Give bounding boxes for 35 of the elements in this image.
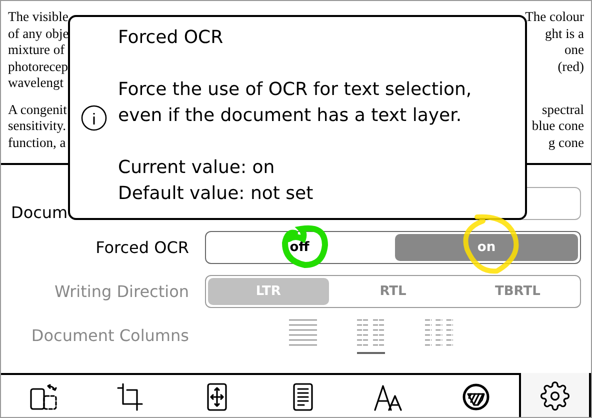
document-text: The colour [525, 9, 584, 26]
document-text: spectral [542, 102, 584, 118]
setting-label: Docum [11, 202, 68, 224]
toggle-option[interactable]: off [208, 234, 391, 261]
document-text: g cone [548, 134, 584, 151]
columns-icon [357, 318, 385, 348]
toggle-option[interactable]: on [395, 234, 578, 261]
setting-label: Writing Direction [54, 280, 189, 302]
document-text: mixture of [8, 42, 65, 58]
document-text: ght is a [545, 26, 584, 42]
document-text: photorecep [8, 58, 68, 75]
document-text: wavelengt [8, 75, 64, 92]
current-value-text: Current value: on [118, 156, 276, 180]
settings-icon [540, 381, 570, 411]
document-text: blue cone [532, 118, 584, 134]
document-text: of any obje [8, 26, 69, 42]
document-text: (red) [558, 58, 584, 75]
setting-label: Forced OCR [96, 236, 189, 258]
columns-icon [425, 318, 453, 348]
document-text: function, a [8, 134, 66, 151]
document-text: The visible [8, 9, 68, 26]
setting-label: Document Columns [31, 324, 189, 346]
popup-text: even if the document has a text layer. [118, 104, 463, 128]
document-text: one [564, 42, 584, 58]
document-text: A congenit [8, 102, 67, 118]
popup-title: Forced OCR [118, 26, 224, 50]
crop-icon [115, 382, 146, 412]
info-icon [80, 104, 108, 132]
contrast-icon [460, 382, 491, 412]
popup-text: Force the use of OCR for text selection, [118, 78, 472, 102]
rotate-page-icon [29, 382, 60, 412]
document-text: sensitivity. [8, 118, 66, 134]
toolbar-tab[interactable] [518, 373, 591, 417]
default-value-text: Default value: not set [118, 182, 314, 206]
columns-icon [289, 318, 317, 348]
